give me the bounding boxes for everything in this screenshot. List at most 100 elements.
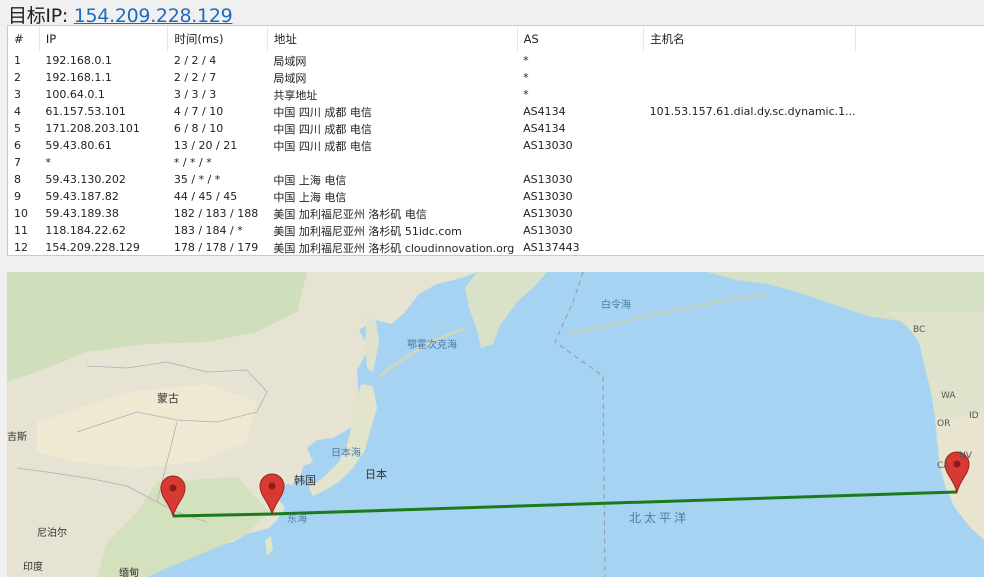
hop-time: 35 / * / *: [173, 173, 221, 186]
table-header-row: # IP 时间(ms) 地址 AS 主机名: [8, 26, 984, 52]
col-header-as[interactable]: AS: [517, 26, 645, 52]
hop-hostname: [644, 188, 856, 205]
col-header-time[interactable]: 时间(ms): [167, 26, 268, 52]
table-row[interactable]: 5 171.208.203.101 6 / 8 / 10 中国 四川 成都 电信 AS4…: [8, 120, 984, 137]
hop-as: *: [523, 54, 529, 67]
hop-address: 美国 加利福尼亚州 洛杉矶 电信: [273, 207, 427, 221]
col-header-hostname[interactable]: 主机名: [643, 26, 857, 52]
map-canvas[interactable]: 白令海 鄂霍次克海 蒙古 吉斯 日本海 日本 韩国 东海 北太平洋 印度 尼泊尔…: [7, 272, 984, 577]
hop-address: 美国 加利福尼亚州 洛杉矶 51idc.com: [273, 224, 462, 238]
hop-index: 4: [14, 105, 21, 118]
table-row[interactable]: 8 59.43.130.202 35 / * / * 中国 上海 电信 AS13030: [8, 171, 984, 188]
label-japan-sea: 日本海: [331, 446, 361, 459]
hop-time: 13 / 20 / 21: [173, 139, 238, 152]
hop-address: 中国 四川 成都 电信: [273, 105, 372, 119]
traceroute-table-panel: # IP 时间(ms) 地址 AS 主机名 1 192.168.0.1 2 / 2 …: [7, 25, 984, 256]
row-padding-cell: [856, 188, 984, 205]
hop-index: 11: [14, 224, 28, 237]
label-okhotsk-sea: 鄂霍次克海: [407, 338, 457, 351]
hop-ip: 59.43.80.61: [45, 139, 112, 152]
hop-time: 4 / 7 / 10: [173, 105, 224, 118]
table-row[interactable]: 2 192.168.1.1 2 / 2 / 7 局域网 *: [8, 69, 984, 86]
table-row[interactable]: 11 118.184.22.62 183 / 184 / * 美国 加利福尼亚州 洛杉…: [8, 222, 984, 239]
table-row[interactable]: 12 154.209.228.129 178 / 178 / 179 美国 加利福尼亚…: [8, 239, 984, 255]
hop-hostname: [644, 52, 856, 69]
hop-time: 183 / 184 / *: [173, 224, 243, 237]
route-map[interactable]: 白令海 鄂霍次克海 蒙古 吉斯 日本海 日本 韩国 东海 北太平洋 印度 尼泊尔…: [7, 272, 984, 577]
hop-hostname: [644, 69, 856, 86]
hop-as: *: [523, 71, 529, 84]
label-india: 印度: [23, 560, 43, 573]
target-ip-link[interactable]: 154.209.228.129: [74, 5, 233, 27]
label-nv: NV: [959, 451, 973, 461]
hop-as: AS13030: [523, 173, 573, 186]
hop-time: 6 / 8 / 10: [173, 122, 224, 135]
hop-hostname: [644, 205, 856, 222]
row-padding-cell: [856, 86, 984, 103]
hop-as: AS4134: [523, 122, 566, 135]
hop-ip: 154.209.228.129: [45, 241, 140, 254]
hop-hostname: [644, 239, 856, 255]
hop-address: 中国 上海 电信: [273, 190, 347, 204]
hop-ip: 59.43.187.82: [45, 190, 119, 203]
hop-hostname: [644, 222, 856, 239]
label-mongolia: 蒙古: [157, 392, 179, 405]
hop-hostname: 101.53.157.61.dial.dy.sc.dynamic.1...: [649, 105, 856, 118]
col-header-index[interactable]: #: [8, 26, 40, 52]
hop-index: 12: [14, 241, 28, 254]
hop-address: 局域网: [273, 71, 307, 85]
hop-hostname: [644, 120, 856, 137]
hop-index: 3: [14, 88, 21, 101]
hop-address: 中国 上海 电信: [273, 173, 347, 187]
row-padding-cell: [856, 205, 984, 222]
label-japan: 日本: [365, 467, 387, 481]
label-nepal: 尼泊尔: [37, 526, 67, 539]
hop-as: *: [523, 88, 529, 101]
table-row[interactable]: 9 59.43.187.82 44 / 45 / 45 中国 上海 电信 AS13030: [8, 188, 984, 205]
hop-time: 2 / 2 / 7: [173, 71, 217, 84]
hop-hostname: [644, 154, 856, 171]
hop-index: 9: [14, 190, 21, 203]
hop-as: AS13030: [523, 190, 573, 203]
row-padding-cell: [856, 137, 984, 154]
traceroute-table: # IP 时间(ms) 地址 AS 主机名 1 192.168.0.1 2 / 2 …: [8, 26, 984, 255]
hop-ip: 171.208.203.101: [45, 122, 140, 135]
label-korea: 韩国: [294, 473, 316, 487]
table-row[interactable]: 3 100.64.0.1 3 / 3 / 3 共享地址 *: [8, 86, 984, 103]
hop-address: 局域网: [273, 54, 307, 68]
hop-as: [517, 154, 643, 171]
label-east-sea: 东海: [287, 512, 307, 525]
hop-hostname: [644, 86, 856, 103]
hop-as: AS13030: [523, 139, 573, 152]
table-row[interactable]: 10 59.43.189.38 182 / 183 / 188 美国 加利福尼亚州 洛…: [8, 205, 984, 222]
hop-as: AS4134: [523, 105, 566, 118]
hop-address: 中国 四川 成都 电信: [273, 139, 372, 153]
hop-index: 6: [14, 139, 21, 152]
hop-address: 美国 加利福尼亚州 洛杉矶 cloudinnovation.org: [273, 241, 515, 255]
hop-as: AS137443: [523, 241, 580, 254]
label-or: OR: [937, 419, 950, 429]
row-padding-cell: [856, 52, 984, 69]
col-header-empty: [856, 26, 984, 52]
row-padding-cell: [856, 239, 984, 255]
table-row[interactable]: 6 59.43.80.61 13 / 20 / 21 中国 四川 成都 电信 AS130…: [8, 137, 984, 154]
table-row[interactable]: 4 61.157.53.101 4 / 7 / 10 中国 四川 成都 电信 AS413…: [8, 103, 984, 120]
label-pacific: 北太平洋: [629, 510, 689, 525]
label-bc: BC: [913, 325, 925, 335]
hop-ip: 192.168.0.1: [45, 54, 112, 67]
hop-hostname: [644, 171, 856, 188]
label-kazakh: 吉斯: [7, 430, 27, 443]
row-padding-cell: [856, 222, 984, 239]
table-row[interactable]: 1 192.168.0.1 2 / 2 / 4 局域网 *: [8, 52, 984, 69]
hop-time: * / * / *: [173, 156, 212, 169]
table-row[interactable]: 7 * * / * / *: [8, 154, 984, 171]
hop-index: 8: [14, 173, 21, 186]
row-padding-cell: [856, 120, 984, 137]
hop-ip: 192.168.1.1: [45, 71, 112, 84]
label-bering-sea: 白令海: [601, 298, 631, 311]
col-header-ip[interactable]: IP: [39, 26, 169, 52]
hop-address: [267, 154, 517, 171]
hop-ip: 59.43.130.202: [45, 173, 126, 186]
col-header-address[interactable]: 地址: [267, 26, 518, 52]
hop-ip: 100.64.0.1: [45, 88, 105, 101]
